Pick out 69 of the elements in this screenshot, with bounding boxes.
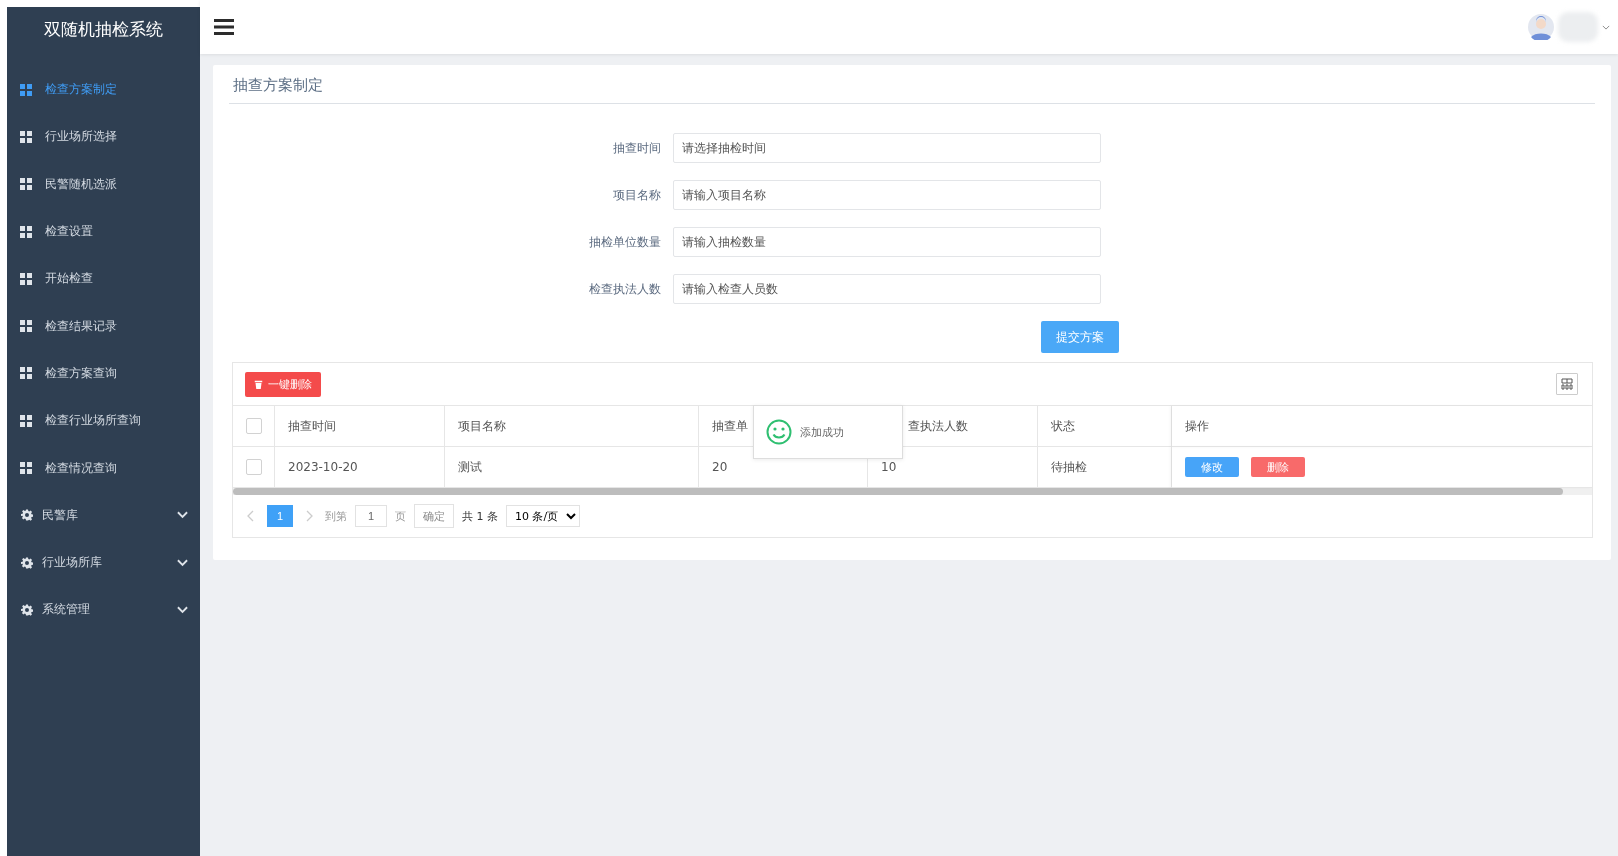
page-label: 页 xyxy=(395,508,406,524)
gear-icon xyxy=(21,603,33,616)
delete-all-button[interactable]: 一键删除 xyxy=(245,371,321,397)
sidebar-item[interactable]: 行业场所库 xyxy=(7,538,200,587)
chevron-icon xyxy=(177,605,188,614)
caret-icon xyxy=(1602,24,1610,30)
field-label: 检查执法人数 xyxy=(588,280,662,298)
scrollbar[interactable] xyxy=(233,488,1563,495)
sidebar-item[interactable]: 民警随机选派 xyxy=(7,160,200,208)
column-header: 项目名称 xyxy=(458,417,506,435)
grid-icon xyxy=(20,320,32,333)
input-field[interactable]: 请输入项目名称 xyxy=(673,180,1101,210)
grid-icon xyxy=(20,225,32,238)
menu-button[interactable] xyxy=(212,17,236,37)
sidebar-item[interactable]: 检查情况查询 xyxy=(7,444,200,492)
smiley-icon xyxy=(766,419,792,445)
next-icon xyxy=(305,510,313,522)
column-header: 抽查单 xyxy=(712,417,748,435)
input-field[interactable]: 请输入检查人员数 xyxy=(673,274,1101,304)
column-header: 抽查时间 xyxy=(288,417,336,435)
sidebar-item[interactable]: 检查方案查询 xyxy=(7,349,200,398)
grid-icon xyxy=(20,414,32,427)
gear-icon xyxy=(21,509,33,522)
panel-title: 抽查方案制定 xyxy=(229,73,1595,104)
table-cell: 2023-10-20 xyxy=(288,460,358,474)
grid-icon xyxy=(20,130,32,143)
total-count: 共 1 条 xyxy=(462,508,498,524)
columns-button[interactable] xyxy=(1556,373,1578,395)
field-label: 抽查时间 xyxy=(612,139,662,157)
table-cell: 10 xyxy=(881,460,897,474)
grid-icon xyxy=(20,83,32,96)
confirm-button[interactable]: 确定 xyxy=(414,504,454,528)
field-label: 项目名称 xyxy=(612,186,662,204)
gear-icon xyxy=(21,556,33,569)
checkbox[interactable] xyxy=(245,459,262,475)
chevron-icon xyxy=(177,558,188,567)
column-header: 查执法人数 xyxy=(908,417,968,435)
sidebar-item[interactable]: 行业场所选择 xyxy=(7,113,200,161)
input-field[interactable]: 请选择抽检时间 xyxy=(673,133,1101,163)
previous-icon xyxy=(247,510,255,522)
page-input[interactable]: 1 xyxy=(355,505,387,527)
sidebar-item[interactable]: 检查结果记录 xyxy=(7,302,200,350)
grid-icon xyxy=(20,367,32,380)
trash-icon xyxy=(254,379,263,389)
avatar-icon xyxy=(1528,14,1554,40)
grid-icon xyxy=(20,178,32,191)
column-header: 状态 xyxy=(1051,417,1075,435)
input-field[interactable]: 请输入抽检数量 xyxy=(673,227,1101,257)
menu-icon xyxy=(214,19,234,35)
grid-icon xyxy=(20,462,32,474)
page-size-select[interactable]: 10 条/页 xyxy=(506,505,580,527)
sidebar-item[interactable]: 开始检查 xyxy=(7,255,200,303)
table-cell: 待抽检 xyxy=(1051,458,1087,476)
table-cell: 测试 xyxy=(458,458,482,476)
chevron-icon xyxy=(177,511,188,520)
sidebar-item[interactable]: 系统管理 xyxy=(7,586,200,634)
sidebar-item[interactable]: 检查方案制定 xyxy=(7,66,200,114)
checkbox[interactable] xyxy=(245,418,262,434)
sidebar-item[interactable]: 检查行业场所查询 xyxy=(7,397,200,445)
sidebar-item[interactable]: 检查设置 xyxy=(7,207,200,256)
grid-icon xyxy=(20,272,32,285)
app-title: 双随机抽检系统 xyxy=(43,18,164,41)
field-label: 抽检单位数量 xyxy=(588,233,662,251)
page-label: 到第 xyxy=(325,508,347,524)
columns-icon xyxy=(1561,378,1573,390)
toast-text: 添加成功 xyxy=(800,424,844,440)
sidebar-item[interactable]: 民警库 xyxy=(7,491,200,539)
table-cell: 20 xyxy=(712,460,728,474)
column-header: 操作 xyxy=(1185,417,1209,435)
